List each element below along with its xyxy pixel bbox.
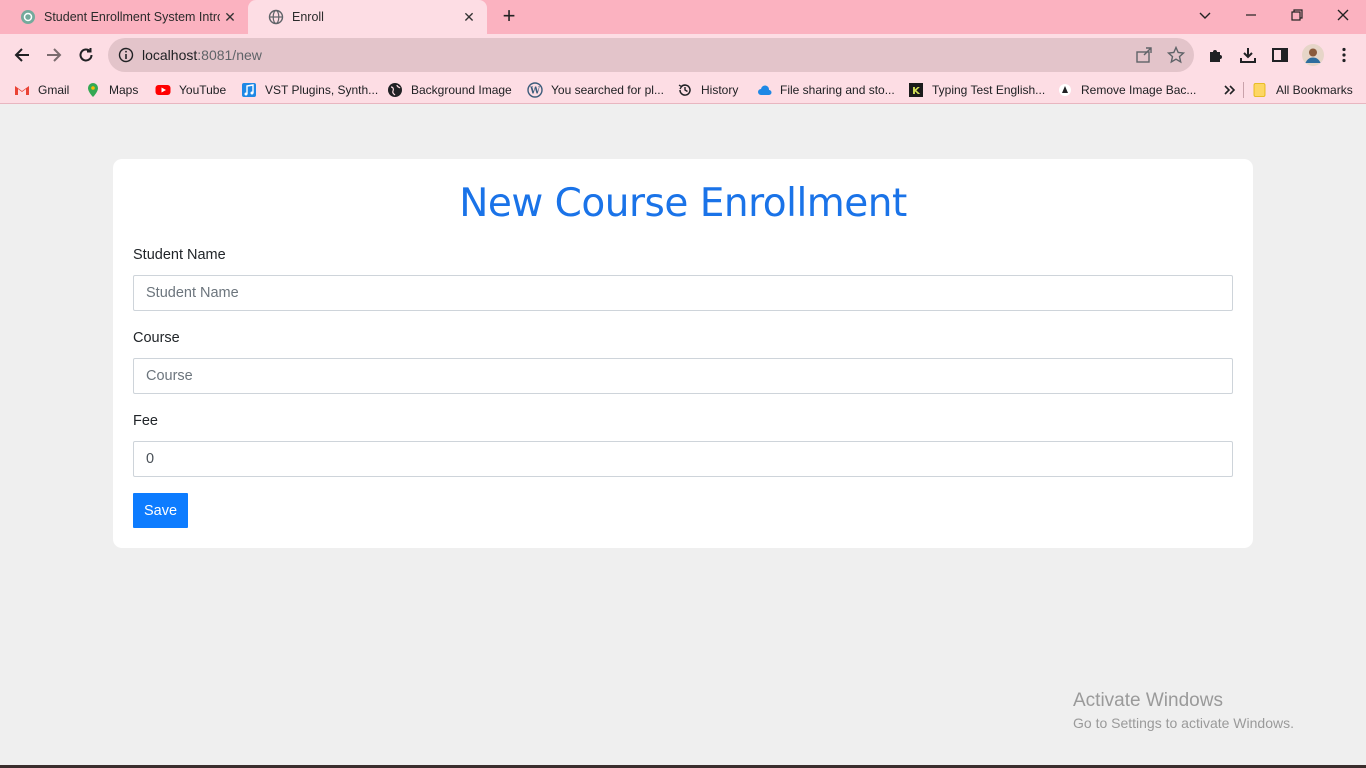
restore-button[interactable]	[1274, 0, 1320, 30]
music-note-icon	[241, 82, 257, 98]
course-label: Course	[133, 330, 180, 346]
url-host: localhost	[142, 47, 198, 63]
bookmark-vst-plugins[interactable]: VST Plugins, Synth...	[241, 81, 378, 99]
bookmark-youtube[interactable]: YouTube	[155, 81, 226, 99]
chevron-double-right-icon	[1221, 82, 1237, 98]
bookmark-star-icon[interactable]	[1167, 46, 1185, 64]
bookmark-label: YouTube	[179, 83, 227, 97]
bookmark-label: Gmail	[38, 83, 70, 97]
new-tab-button[interactable]: +	[498, 5, 520, 28]
all-bookmarks-folder[interactable]: All Bookmarks	[1252, 81, 1353, 99]
share-icon[interactable]	[1135, 46, 1153, 64]
save-button[interactable]: Save	[133, 493, 188, 528]
bookmark-label: File sharing and sto...	[780, 83, 895, 97]
download-icon[interactable]	[1238, 45, 1258, 65]
back-button[interactable]	[9, 42, 35, 68]
bookmark-label: Maps	[109, 83, 139, 97]
chatgpt-icon	[20, 9, 36, 25]
fee-input[interactable]	[133, 441, 1233, 477]
bookmark-maps[interactable]: Maps	[85, 81, 138, 99]
bookmark-wordpress[interactable]: W You searched for pl...	[527, 81, 664, 99]
watermark-subtitle: Go to Settings to activate Windows.	[1073, 715, 1294, 731]
tab-title: Student Enrollment System Introduction	[44, 10, 220, 24]
menu-icon[interactable]	[1334, 45, 1354, 65]
bookmark-history[interactable]: History	[677, 81, 738, 99]
svg-text:W: W	[529, 87, 541, 97]
maps-pin-icon	[85, 82, 101, 98]
bookmarks-bar: Gmail Maps YouTube VST Plugins, Synth...…	[0, 76, 1366, 104]
side-panel-icon[interactable]	[1270, 45, 1290, 65]
bookmark-background-image[interactable]: Background Image	[387, 81, 512, 99]
bookmark-label: Background Image	[411, 83, 512, 97]
minimize-button[interactable]	[1228, 0, 1274, 30]
tab-enroll[interactable]: Enroll ✕	[248, 0, 487, 34]
wordpress-icon: W	[527, 82, 543, 98]
bookmark-typing-test[interactable]: K Typing Test English...	[908, 81, 1045, 99]
all-bookmarks-label: All Bookmarks	[1276, 83, 1353, 97]
bookmarks-divider	[1243, 82, 1244, 98]
bookmark-label: Remove Image Bac...	[1081, 83, 1197, 97]
site-info-icon[interactable]	[118, 47, 134, 63]
globe-dark-icon	[387, 82, 403, 98]
student-name-label: Student Name	[133, 247, 226, 263]
course-input[interactable]	[133, 358, 1233, 394]
student-name-input[interactable]	[133, 275, 1233, 311]
page-title: New Course Enrollment	[459, 181, 907, 226]
folder-icon	[1252, 82, 1268, 98]
typing-icon: K	[908, 82, 924, 98]
activate-windows-watermark: Activate Windows Go to Settings to activ…	[1073, 690, 1294, 731]
tab-title: Enroll	[292, 10, 324, 24]
bookmarks-overflow-button[interactable]	[1221, 81, 1245, 99]
profile-avatar[interactable]	[1302, 44, 1324, 66]
extensions-icon[interactable]	[1206, 45, 1226, 65]
fee-label: Fee	[133, 413, 158, 429]
browser-toolbar: localhost:8081/new	[0, 34, 1366, 76]
youtube-icon	[155, 82, 171, 98]
reload-button[interactable]	[73, 42, 99, 68]
watermark-title: Activate Windows	[1073, 690, 1223, 711]
bookmark-label: History	[701, 83, 739, 97]
tab-student-enrollment[interactable]: Student Enrollment System Introduction ✕	[0, 0, 248, 34]
gmail-icon	[14, 82, 30, 98]
url-text: localhost:8081/new	[142, 47, 262, 63]
close-tab-icon[interactable]: ✕	[222, 9, 238, 25]
bookmark-gmail[interactable]: Gmail	[14, 81, 69, 99]
svg-text:K: K	[912, 86, 921, 97]
bookmark-label: VST Plugins, Synth...	[265, 83, 379, 97]
url-path: :8081/new	[197, 47, 262, 63]
cloud-icon	[756, 82, 772, 98]
close-tab-icon[interactable]: ✕	[461, 9, 477, 25]
address-bar[interactable]: localhost:8081/new	[108, 38, 1194, 72]
bookmark-label: You searched for pl...	[551, 83, 664, 97]
tab-search-icon[interactable]	[1182, 0, 1228, 30]
history-icon	[677, 82, 693, 98]
bookmark-label: Typing Test English...	[932, 83, 1046, 97]
remove-bg-icon	[1057, 82, 1073, 98]
globe-icon	[268, 9, 284, 25]
enrollment-form-card: New Course Enrollment Student Name Cours…	[113, 159, 1253, 548]
bookmark-file-sharing[interactable]: File sharing and sto...	[756, 81, 895, 99]
bookmark-remove-bg[interactable]: Remove Image Bac...	[1057, 81, 1196, 99]
forward-button[interactable]	[41, 42, 67, 68]
close-window-button[interactable]	[1320, 0, 1366, 30]
tab-strip: Student Enrollment System Introduction ✕…	[0, 0, 1366, 34]
